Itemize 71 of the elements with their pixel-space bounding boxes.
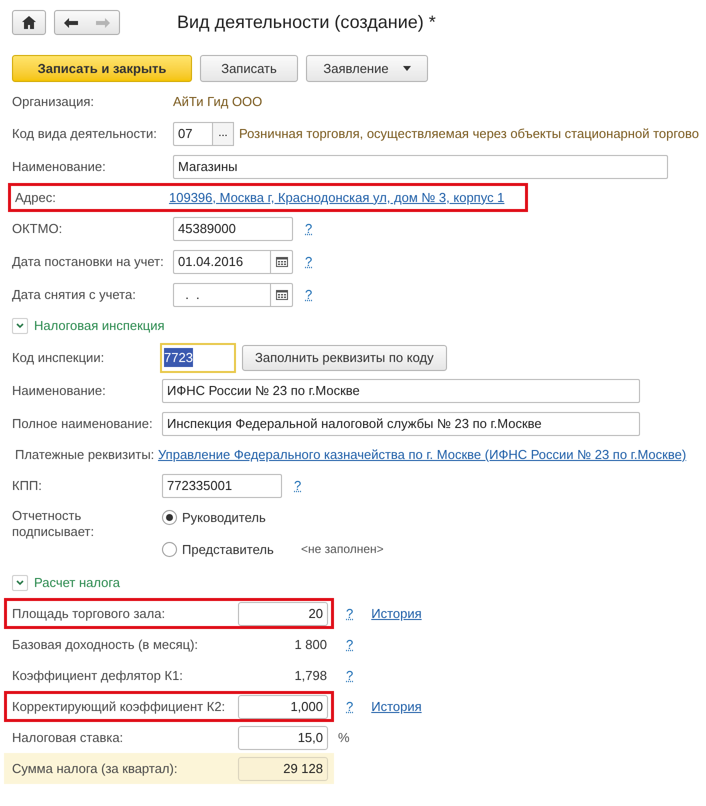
help-link[interactable]: ? xyxy=(346,634,354,654)
history-link[interactable]: История xyxy=(371,604,422,624)
number-field[interactable]: 20 xyxy=(238,602,328,626)
field-label: Сумма налога (за квартал): xyxy=(12,760,178,778)
field-label: Платежные реквизиты: xyxy=(15,446,156,464)
help-link[interactable]: ? xyxy=(305,252,312,272)
empty-note: <не заполнен> xyxy=(301,541,384,558)
section-title[interactable]: Налоговая инспекция xyxy=(34,316,165,336)
select-button[interactable]: ... xyxy=(213,122,234,146)
chevron-down-icon xyxy=(16,323,24,329)
help-link[interactable]: ? xyxy=(305,218,312,238)
save-and-close-button[interactable]: Записать и закрыть xyxy=(12,55,192,82)
percent-sign: % xyxy=(338,728,350,747)
help-link[interactable]: ? xyxy=(294,476,302,496)
field-label: Адрес: xyxy=(15,188,57,207)
field-label: Отчетность подписывает: xyxy=(12,508,96,541)
field-label: Базовая доходность (в месяц): xyxy=(12,636,200,654)
field-label: КПП: xyxy=(12,476,43,495)
address-link[interactable]: Управление Федерального казначейства по г. Москве (ИФНС России № 23 по г.Москве) xyxy=(158,444,686,464)
fill-by-code-button[interactable]: Заполнить реквизиты по коду xyxy=(242,344,447,370)
number-field[interactable]: 15,0 xyxy=(238,726,328,750)
inspection-code-field[interactable]: 7723 xyxy=(160,342,236,372)
statement-dropdown[interactable]: Заявление xyxy=(306,55,428,82)
value-text: 1 800 xyxy=(294,636,328,654)
date-field[interactable]: 01.04.2016 xyxy=(173,250,293,274)
text-field[interactable]: Магазины xyxy=(173,154,668,178)
caret-icon xyxy=(402,66,411,71)
help-link[interactable]: ? xyxy=(346,604,354,624)
field-label: Дата постановки на учет: xyxy=(12,252,165,271)
help-link[interactable]: ? xyxy=(346,666,354,686)
field-label: Налоговая ставка: xyxy=(12,728,124,747)
field-label: Наименование: xyxy=(12,382,107,400)
history-link[interactable]: История xyxy=(371,696,422,716)
radio-button[interactable] xyxy=(162,542,177,557)
field-label: ОКТМО: xyxy=(12,220,64,238)
field-label: Площадь торгового зала: xyxy=(12,604,166,623)
text-field[interactable]: Инспекция Федеральной налоговой службы № 23 по г.Москве xyxy=(162,412,640,436)
total-field: 29 128 xyxy=(238,756,328,780)
field-label: Коэффициент дефлятор К1: xyxy=(12,666,184,685)
text-field[interactable]: 45389000 xyxy=(173,216,293,240)
value-text: 1,798 xyxy=(294,666,328,685)
chevron-down-icon xyxy=(16,580,24,586)
field-label: Наименование: xyxy=(12,158,107,176)
window-title: Вид деятельности (создание) * xyxy=(177,11,436,34)
field-label: Код вида деятельности: xyxy=(12,124,158,143)
field-label: Дата снятия с учета: xyxy=(12,286,137,304)
activity-description: Розничная торговля, осуществляемая через объекты стационарной торгово xyxy=(239,124,700,143)
date-field[interactable]: . . xyxy=(173,282,293,306)
help-link[interactable]: ? xyxy=(346,696,354,716)
collapse-toggle[interactable] xyxy=(12,575,28,591)
address-link[interactable]: 109396, Москва г, Краснодонская ул, дом № 3, корпус 1 xyxy=(169,188,504,208)
field-label: Организация: xyxy=(12,92,96,111)
field-label: Полное наименование: xyxy=(12,414,154,433)
save-button[interactable]: Записать xyxy=(200,55,298,82)
organization-value: АйТи Гид ООО xyxy=(173,92,262,111)
section-title[interactable]: Расчет налога xyxy=(34,573,120,593)
text-field[interactable]: ИФНС России № 23 по г.Москве xyxy=(162,378,640,402)
back-arrow-icon[interactable] xyxy=(64,18,78,28)
code-field[interactable]: 07 xyxy=(173,122,213,146)
calendar-icon[interactable] xyxy=(276,290,288,300)
radio-label: Представитель xyxy=(182,540,275,559)
calendar-icon[interactable] xyxy=(276,256,288,266)
help-link[interactable]: ? xyxy=(305,284,312,304)
field-label: Корректирующий коэффициент К2: xyxy=(12,698,226,716)
radio-label: Руководитель xyxy=(182,509,267,527)
home-icon[interactable] xyxy=(22,16,36,29)
radio-button[interactable] xyxy=(162,510,177,526)
field-label: Код инспекции: xyxy=(12,348,106,367)
number-field[interactable]: 1,000 xyxy=(238,694,328,718)
collapse-toggle[interactable] xyxy=(12,318,28,334)
text-field[interactable]: 772335001 xyxy=(162,474,282,498)
